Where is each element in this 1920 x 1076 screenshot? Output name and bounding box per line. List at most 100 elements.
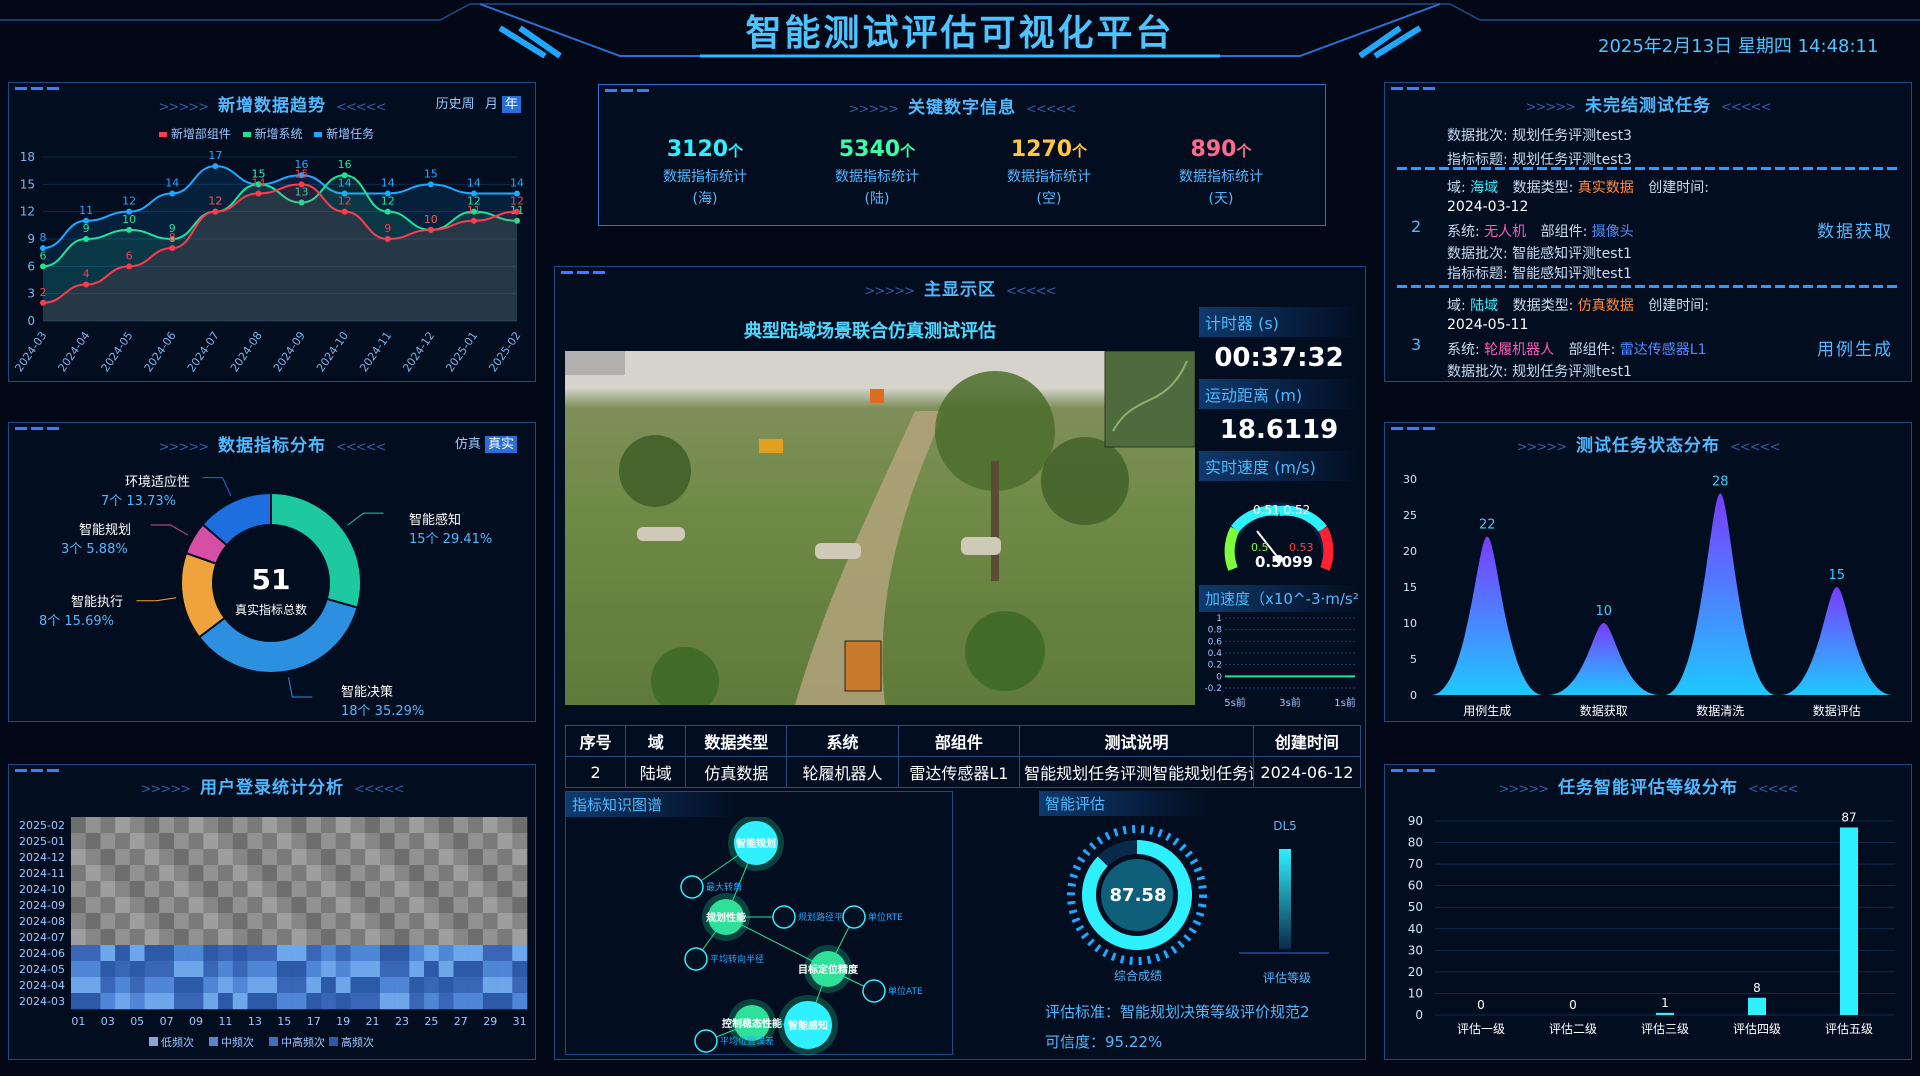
heatmap-cell [321, 833, 337, 850]
heatmap-cell [409, 993, 425, 1010]
task-index: 3 [1411, 335, 1422, 354]
data-label: 15 [295, 167, 309, 180]
y-tick-label: 9 [27, 232, 35, 246]
heatmap-cell [365, 993, 381, 1010]
task-ctime: 2024-03-12 [1447, 199, 1529, 215]
heatmap-cell [306, 913, 322, 930]
heatmap-cell [144, 833, 160, 850]
cell-domain: 陆域 [625, 756, 687, 788]
heatmap-cell [173, 881, 189, 898]
heatmap-cell [497, 945, 513, 962]
task-index: 2 [1411, 217, 1422, 236]
heatmap-col-label: 19 [336, 1015, 350, 1028]
y-tick-label: 0.2 [1208, 661, 1222, 671]
bar [1748, 997, 1766, 1015]
heatmap-cell [262, 945, 278, 962]
heatmap-cell [482, 913, 498, 930]
distribution-panel: >>>>> 数据指标分布 <<<<< 仿真 真实 51 真实指标总数 智能感知 15… [8, 422, 536, 722]
heatmap-cell [482, 849, 498, 866]
task-item[interactable]: 2 域: 海域 数据类型: 真实数据 创建时间: 2024-03-12 系统: … [1385, 177, 1913, 282]
data-label: 8 [169, 231, 176, 244]
heatmap-cell [232, 833, 248, 850]
x-tick-label: 2024-06 [142, 329, 179, 374]
heatmap-cell [129, 945, 145, 962]
y-tick-label: 3 [27, 287, 35, 301]
eval-score-ring [1067, 825, 1329, 965]
data-label: 14 [510, 176, 524, 189]
heatmap-cell [365, 817, 381, 834]
data-table: 序号 域 数据类型 系统 部组件 测试说明 创建时间 2 陆域 仿真数据 轮履机… [564, 725, 1362, 788]
heatmap-cell [335, 849, 351, 866]
keynum-value: 5340个 [838, 137, 916, 162]
header: 智能测试评估可视化平台 2025年2月13日 星期四 14:48:11 [0, 0, 1920, 62]
cell-ctime: 2024-06-12 [1252, 756, 1362, 788]
heatmap-cell [100, 945, 116, 962]
heatmap-cell [85, 849, 101, 866]
x-tick-label: 2024-03 [12, 329, 49, 374]
keynum-value: 3120个 [666, 137, 744, 162]
heatmap-cell [379, 929, 395, 946]
heatmap-row-label: 2025-01 [19, 835, 65, 848]
toggle-sim[interactable]: 仿真 [455, 437, 481, 452]
task-dtype: 仿真数据 [1577, 298, 1634, 314]
task-action-button[interactable]: 数据获取 [1817, 217, 1893, 242]
y-tick-label: 10 [1403, 617, 1417, 630]
heatmap-cell [232, 897, 248, 914]
kg-node-label: 控制稳态性能 [722, 1017, 782, 1030]
heatmap-cell [188, 865, 204, 882]
heatmap-cell [424, 977, 440, 994]
heatmap-cell [129, 881, 145, 898]
heatmap-col-label: 21 [366, 1015, 380, 1028]
heatmap-cell [276, 977, 292, 994]
legend-swatch [269, 1037, 278, 1046]
heatmap-cell [276, 817, 292, 834]
heatmap-row-label: 2024-09 [19, 899, 65, 912]
heatmap-cell [453, 865, 469, 882]
heatmap-cell [365, 849, 381, 866]
data-point [83, 281, 90, 288]
heatmap-cell [262, 865, 278, 882]
data-label: 12 [122, 195, 136, 208]
toggle-week[interactable]: 历史周 [436, 97, 475, 112]
heatmap-cell [482, 817, 498, 834]
data-label: 10 [1595, 604, 1612, 619]
heatmap-cell [262, 849, 278, 866]
heatmap-cell [438, 817, 454, 834]
y-tick-label: 0.6 [1208, 637, 1223, 647]
heatmap-cell [409, 961, 425, 978]
kg-node-label: 单位RTE [868, 911, 903, 923]
heatmap-cell [497, 929, 513, 946]
toggle-month[interactable]: 月 [485, 97, 498, 112]
heatmap-cell [85, 929, 101, 946]
heatmap-cell [129, 865, 145, 882]
donut-center-value: 51 [251, 563, 291, 596]
y-tick-label: -0.2 [1204, 684, 1222, 694]
task-item[interactable]: 3 域: 陆域 数据类型: 仿真数据 创建时间: 2024-05-11 系统: … [1385, 295, 1913, 380]
table-row[interactable]: 2 陆域 仿真数据 轮履机器人 雷达传感器L1 智能规划任务评测智能规划任务评.… [564, 756, 1362, 788]
eval-level-label: 评估等级 [1262, 971, 1311, 985]
heatmap-cell [335, 945, 351, 962]
heatmap-cell [291, 897, 307, 914]
heatmap-cell [409, 817, 425, 834]
data-label: 4 [83, 268, 90, 281]
heatmap-cell [424, 945, 440, 962]
heatmap-cell [453, 977, 469, 994]
heatmap-cell [394, 929, 410, 946]
x-tick-label: 2024-11 [357, 329, 394, 374]
y-tick-label: 0 [1415, 1008, 1423, 1022]
scene-view[interactable] [565, 351, 1195, 705]
keynums-panel: >>>>> 关键数字信息 <<<<< 3120个 数据指标统计 (海) 5340个 数据指标… [598, 84, 1326, 226]
kg-node-label: 目标定位精度 [798, 963, 859, 976]
toggle-real[interactable]: 真实 [484, 436, 517, 453]
toggle-year[interactable]: 年 [501, 96, 521, 113]
heatmap-cell [512, 881, 528, 898]
data-label: 12 [510, 195, 524, 208]
heatmap-col-label: 29 [483, 1015, 497, 1028]
heatmap-col-label: 01 [71, 1015, 85, 1028]
heatmap-cell [306, 945, 322, 962]
keynum-unit: 个 [900, 142, 916, 160]
heatmap-cell [394, 817, 410, 834]
heatmap-cell [497, 849, 513, 866]
data-point [169, 190, 176, 197]
task-action-button[interactable]: 用例生成 [1817, 335, 1893, 360]
